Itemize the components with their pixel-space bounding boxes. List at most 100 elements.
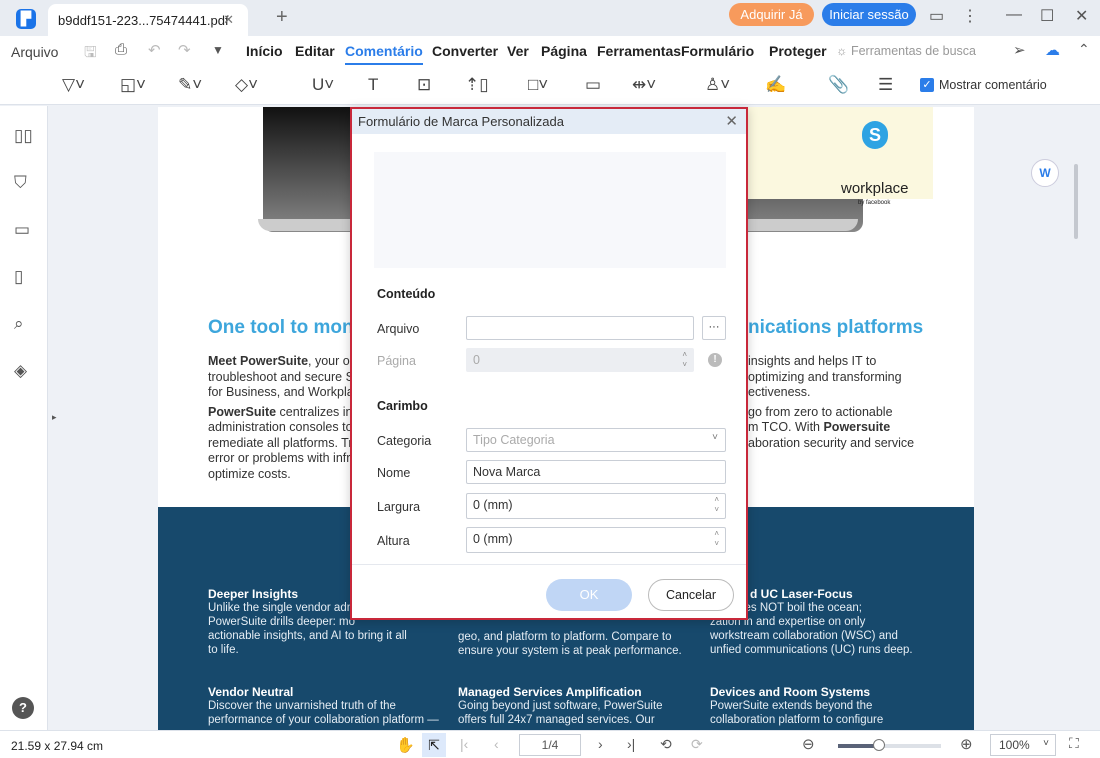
measure-tool-icon[interactable]: ⇹˅ xyxy=(632,75,656,95)
text: optimizing and transforming xyxy=(748,369,902,384)
category-select[interactable]: Tipo Categoria ˅ xyxy=(466,428,726,452)
text-tool-icon[interactable]: T xyxy=(368,75,378,95)
quick-access-dropdown-icon[interactable]: ▼ xyxy=(212,43,224,57)
close-icon[interactable]: ✕ xyxy=(725,112,738,130)
pencil-tool-icon[interactable]: ✎˅ xyxy=(178,75,202,95)
zoom-out-icon[interactable]: ⊖ xyxy=(802,735,815,753)
skype-logo: S xyxy=(862,121,888,149)
minimize-button[interactable]: — xyxy=(1006,6,1022,24)
zoom-slider-handle[interactable] xyxy=(873,739,886,751)
width-input[interactable]: 0 (mm) ˄ ˅ xyxy=(466,493,726,519)
stamp-tool-icon[interactable]: ♙˅ xyxy=(705,75,730,95)
shape-tool-icon[interactable]: □˅ xyxy=(528,75,548,95)
page-number-input[interactable]: 1/4 xyxy=(519,734,581,756)
document-tab[interactable]: b9ddf151-223...75474441.pdf ✕ xyxy=(48,4,248,36)
width-label: Largura xyxy=(377,500,421,514)
text: aboration security and service xyxy=(748,435,915,450)
sticky-note-icon[interactable]: ▭ xyxy=(585,75,601,95)
vertical-scrollbar[interactable] xyxy=(1074,164,1078,239)
menu-converter[interactable]: Converter xyxy=(432,43,498,59)
menu-file[interactable]: Arquivo xyxy=(11,44,58,60)
feedback-icon[interactable]: ▭ xyxy=(929,6,944,26)
undo-icon[interactable]: ↶ xyxy=(148,41,161,59)
file-input[interactable] xyxy=(466,316,694,340)
redo-icon[interactable]: ↷ xyxy=(178,41,191,59)
height-input[interactable]: 0 (mm) ˄ ˅ xyxy=(466,527,726,553)
prev-page-icon[interactable]: ‹ xyxy=(494,736,499,752)
feature-title: Managed Services Amplification xyxy=(458,685,642,699)
width-value: 0 (mm) xyxy=(473,498,513,512)
share-icon[interactable]: ➢ xyxy=(1013,41,1026,59)
help-icon[interactable]: ? xyxy=(12,697,34,719)
attachment-icon[interactable]: 📎 xyxy=(828,75,849,95)
close-tab-icon[interactable]: ✕ xyxy=(223,12,234,28)
lightbulb-icon: ☼ xyxy=(836,44,851,58)
underline-tool-icon[interactable]: U˅ xyxy=(312,75,334,95)
category-label: Categoria xyxy=(377,434,432,448)
tab-title: b9ddf151-223...75474441.pdf xyxy=(58,13,229,28)
layers-icon[interactable]: ◈ xyxy=(14,361,27,381)
stepper-icon[interactable]: ˄ ˅ xyxy=(714,529,719,549)
bookmark-icon[interactable]: ⛉ xyxy=(14,173,27,193)
first-page-icon[interactable]: |‹ xyxy=(460,736,468,752)
ok-button[interactable]: OK xyxy=(546,579,632,611)
right-panel xyxy=(1066,106,1100,730)
menu-inicio[interactable]: Início xyxy=(246,43,283,59)
last-page-icon[interactable]: ›| xyxy=(627,736,635,752)
login-button[interactable]: Iniciar sessão xyxy=(822,3,916,26)
collapse-ribbon-icon[interactable]: ⌃ xyxy=(1078,41,1090,58)
next-page-icon[interactable]: › xyxy=(598,736,603,752)
browse-button[interactable]: ··· xyxy=(702,316,726,340)
new-tab-button[interactable]: + xyxy=(276,6,288,29)
menu-comentario[interactable]: Comentário xyxy=(345,43,423,65)
expand-sidebar-icon[interactable]: ▸ xyxy=(52,412,57,423)
name-input[interactable] xyxy=(466,460,726,484)
save-icon[interactable]: 🖫 xyxy=(84,42,97,67)
more-icon[interactable]: ⋮ xyxy=(962,6,978,26)
menu-proteger[interactable]: Proteger xyxy=(769,43,827,59)
eraser-tool-icon[interactable]: ◇˅ xyxy=(235,75,258,95)
menu-editar[interactable]: Editar xyxy=(295,43,335,59)
stepper-icon[interactable]: ˄ ˅ xyxy=(714,495,719,515)
show-comment-checkbox[interactable]: ✓ xyxy=(920,78,934,92)
callout-tool-icon[interactable]: ⇡▯ xyxy=(465,75,489,95)
menu-ferramentas[interactable]: Ferramentas xyxy=(597,43,681,59)
attachments-icon[interactable]: ▯ xyxy=(14,267,23,287)
fullscreen-icon[interactable]: ⛶ xyxy=(1069,735,1079,752)
comment-list-icon[interactable]: ☰ xyxy=(878,75,893,95)
feature-title: Vendor Neutral xyxy=(208,685,294,699)
heading-right: nications platforms xyxy=(748,317,924,338)
cloud-upload-icon[interactable]: ☁ xyxy=(1045,41,1060,59)
stamp-preview xyxy=(374,152,726,268)
comments-icon[interactable]: ▭ xyxy=(14,220,30,240)
maximize-button[interactable]: ☐ xyxy=(1040,6,1054,26)
word-convert-icon[interactable]: W xyxy=(1031,159,1059,187)
zoom-select[interactable]: 100% ˅ xyxy=(990,734,1056,756)
hand-tool-icon[interactable]: ✋ xyxy=(396,736,415,754)
menu-formulario[interactable]: Formulário xyxy=(681,43,754,59)
rotate-right-icon[interactable]: ⟳ xyxy=(691,736,703,753)
select-tool-icon[interactable]: ⇱ xyxy=(422,733,446,757)
close-window-button[interactable]: ✕ xyxy=(1075,6,1088,26)
textbox-tool-icon[interactable]: ⊡ xyxy=(417,75,431,95)
text: ectiveness. xyxy=(748,385,811,399)
print-icon[interactable]: ⎙ xyxy=(115,41,127,58)
menu-pagina[interactable]: Página xyxy=(541,43,587,59)
buy-button[interactable]: Adquirir Já xyxy=(729,3,814,26)
zoom-slider[interactable] xyxy=(838,739,941,751)
area-highlight-tool-icon[interactable]: ◱˅ xyxy=(120,75,146,95)
thumbnails-icon[interactable]: ▯▯ xyxy=(14,126,33,146)
menu-ver[interactable]: Ver xyxy=(507,43,529,59)
category-placeholder: Tipo Categoria xyxy=(473,433,555,447)
info-icon[interactable]: ! xyxy=(708,353,722,367)
highlight-tool-icon[interactable]: ▽˅ xyxy=(62,75,85,95)
search-icon[interactable]: ⌕ xyxy=(14,314,24,334)
rotate-left-icon[interactable]: ⟲ xyxy=(660,736,672,753)
signature-tool-icon[interactable]: ✍ xyxy=(765,75,786,95)
cancel-button[interactable]: Cancelar xyxy=(648,579,734,611)
search-tools[interactable]: ☼ Ferramentas de busca xyxy=(836,44,976,58)
text: administration consoles to xyxy=(208,420,353,434)
feature-text: Discover the unvarnished truth of the pe… xyxy=(208,700,439,726)
zoom-in-icon[interactable]: ⊕ xyxy=(960,735,973,753)
text: for Business, and Workplac xyxy=(208,385,360,399)
